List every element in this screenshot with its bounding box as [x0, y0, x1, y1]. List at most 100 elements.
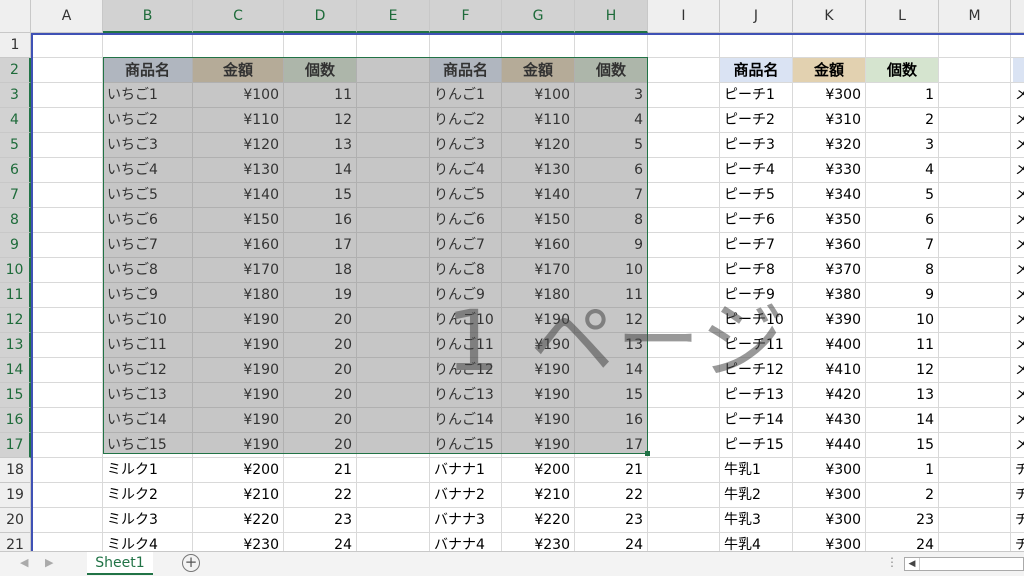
grid-cell[interactable] — [939, 183, 1011, 208]
column-header[interactable]: D — [284, 0, 357, 33]
select-all-corner[interactable] — [0, 0, 31, 33]
grid-cell[interactable] — [31, 158, 103, 183]
grid-cell[interactable] — [31, 258, 103, 283]
data-cell[interactable]: いちご9 — [103, 283, 193, 308]
data-cell[interactable]: 7 — [866, 233, 939, 258]
grid-cell[interactable] — [939, 508, 1011, 533]
column-header[interactable]: M — [939, 0, 1011, 33]
grid-cell[interactable] — [939, 433, 1011, 458]
data-cell[interactable]: ¥190 — [193, 333, 284, 358]
data-cell[interactable]: ピーチ14 — [720, 408, 793, 433]
grid-cell[interactable] — [648, 533, 720, 551]
data-cell[interactable]: 12 — [866, 358, 939, 383]
data-cell-partial[interactable]: メ — [1011, 108, 1024, 133]
data-cell-partial[interactable]: メ — [1011, 358, 1024, 383]
data-cell-partial[interactable]: メ — [1011, 133, 1024, 158]
table-header-cell[interactable]: 金額 — [193, 58, 284, 83]
data-cell[interactable]: 13 — [866, 383, 939, 408]
data-cell[interactable]: ¥390 — [793, 308, 866, 333]
grid-cell[interactable] — [648, 433, 720, 458]
data-cell[interactable]: ¥100 — [502, 83, 575, 108]
data-cell[interactable]: 21 — [575, 458, 648, 483]
data-cell[interactable]: りんご1 — [430, 83, 502, 108]
grid-cell[interactable] — [793, 33, 866, 58]
data-cell[interactable]: いちご10 — [103, 308, 193, 333]
data-cell[interactable]: ¥340 — [793, 183, 866, 208]
grid-cell[interactable] — [575, 33, 648, 58]
table-header-cell[interactable]: 金額 — [793, 58, 866, 83]
data-cell[interactable]: 12 — [284, 108, 357, 133]
data-cell[interactable]: ¥310 — [793, 108, 866, 133]
grid-cell[interactable] — [648, 58, 720, 83]
grid-cell[interactable] — [284, 33, 357, 58]
data-cell-partial[interactable]: メ — [1011, 383, 1024, 408]
data-cell[interactable]: ¥190 — [193, 408, 284, 433]
data-cell[interactable]: 15 — [284, 183, 357, 208]
data-cell[interactable]: ピーチ6 — [720, 208, 793, 233]
data-cell-partial[interactable]: チ — [1011, 533, 1024, 551]
data-cell[interactable]: りんご5 — [430, 183, 502, 208]
grid-cell[interactable] — [939, 133, 1011, 158]
data-cell[interactable]: 2 — [866, 483, 939, 508]
data-cell[interactable]: ¥140 — [502, 183, 575, 208]
data-cell[interactable]: いちご15 — [103, 433, 193, 458]
data-cell[interactable]: 17 — [284, 233, 357, 258]
data-cell[interactable]: ¥150 — [502, 208, 575, 233]
grid-cell[interactable] — [357, 33, 430, 58]
data-cell-partial[interactable]: チ — [1011, 458, 1024, 483]
grid-cell[interactable] — [939, 483, 1011, 508]
data-cell[interactable]: 牛乳2 — [720, 483, 793, 508]
data-cell[interactable]: 22 — [575, 483, 648, 508]
data-cell-partial[interactable]: チ — [1011, 508, 1024, 533]
grid-cell[interactable] — [648, 133, 720, 158]
data-cell[interactable]: 牛乳4 — [720, 533, 793, 551]
add-sheet-icon[interactable]: + — [182, 554, 200, 572]
data-cell[interactable]: いちご7 — [103, 233, 193, 258]
grid-cell[interactable] — [720, 33, 793, 58]
data-cell[interactable]: 9 — [866, 283, 939, 308]
grid-cell[interactable] — [648, 158, 720, 183]
data-cell-partial[interactable]: メ — [1011, 408, 1024, 433]
data-cell[interactable]: りんご6 — [430, 208, 502, 233]
grid-cell[interactable] — [31, 358, 103, 383]
data-cell[interactable]: 2 — [866, 108, 939, 133]
grid-cell[interactable] — [648, 108, 720, 133]
data-cell[interactable]: バナナ3 — [430, 508, 502, 533]
data-cell[interactable]: ¥190 — [193, 383, 284, 408]
grid-cell[interactable] — [648, 233, 720, 258]
data-cell[interactable]: 16 — [284, 208, 357, 233]
data-cell[interactable]: ピーチ5 — [720, 183, 793, 208]
scroll-tabs-left-icon[interactable]: ◀ — [20, 556, 28, 569]
data-cell[interactable]: ¥400 — [793, 333, 866, 358]
grid-cell[interactable] — [939, 258, 1011, 283]
grid-cell[interactable] — [648, 333, 720, 358]
grid-cell[interactable] — [357, 283, 430, 308]
data-cell[interactable]: ピーチ9 — [720, 283, 793, 308]
grid-cell[interactable] — [939, 533, 1011, 551]
table-header-cell[interactable]: 商品名 — [430, 58, 502, 83]
data-cell[interactable]: 20 — [284, 383, 357, 408]
grid-cell[interactable] — [939, 208, 1011, 233]
data-cell-partial[interactable]: メ — [1011, 283, 1024, 308]
grid-cell[interactable] — [939, 333, 1011, 358]
data-cell[interactable]: ¥160 — [502, 233, 575, 258]
data-cell-partial[interactable]: メ — [1011, 258, 1024, 283]
data-cell[interactable]: ¥180 — [502, 283, 575, 308]
data-cell[interactable]: ¥420 — [793, 383, 866, 408]
row-header[interactable]: 15 — [0, 383, 31, 408]
data-cell[interactable]: ¥190 — [193, 308, 284, 333]
data-cell[interactable]: ミルク4 — [103, 533, 193, 551]
data-cell[interactable]: ピーチ4 — [720, 158, 793, 183]
data-cell[interactable]: 10 — [866, 308, 939, 333]
data-cell-partial[interactable]: メ — [1011, 158, 1024, 183]
grid-cell[interactable] — [357, 58, 430, 83]
data-cell[interactable]: ピーチ11 — [720, 333, 793, 358]
data-cell[interactable]: ピーチ2 — [720, 108, 793, 133]
grid-cell[interactable] — [357, 133, 430, 158]
data-cell[interactable]: りんご2 — [430, 108, 502, 133]
data-cell[interactable]: ¥110 — [193, 108, 284, 133]
row-header[interactable]: 2 — [0, 58, 31, 83]
column-header[interactable]: E — [357, 0, 430, 33]
data-cell[interactable]: ピーチ15 — [720, 433, 793, 458]
grid-cell[interactable] — [31, 508, 103, 533]
